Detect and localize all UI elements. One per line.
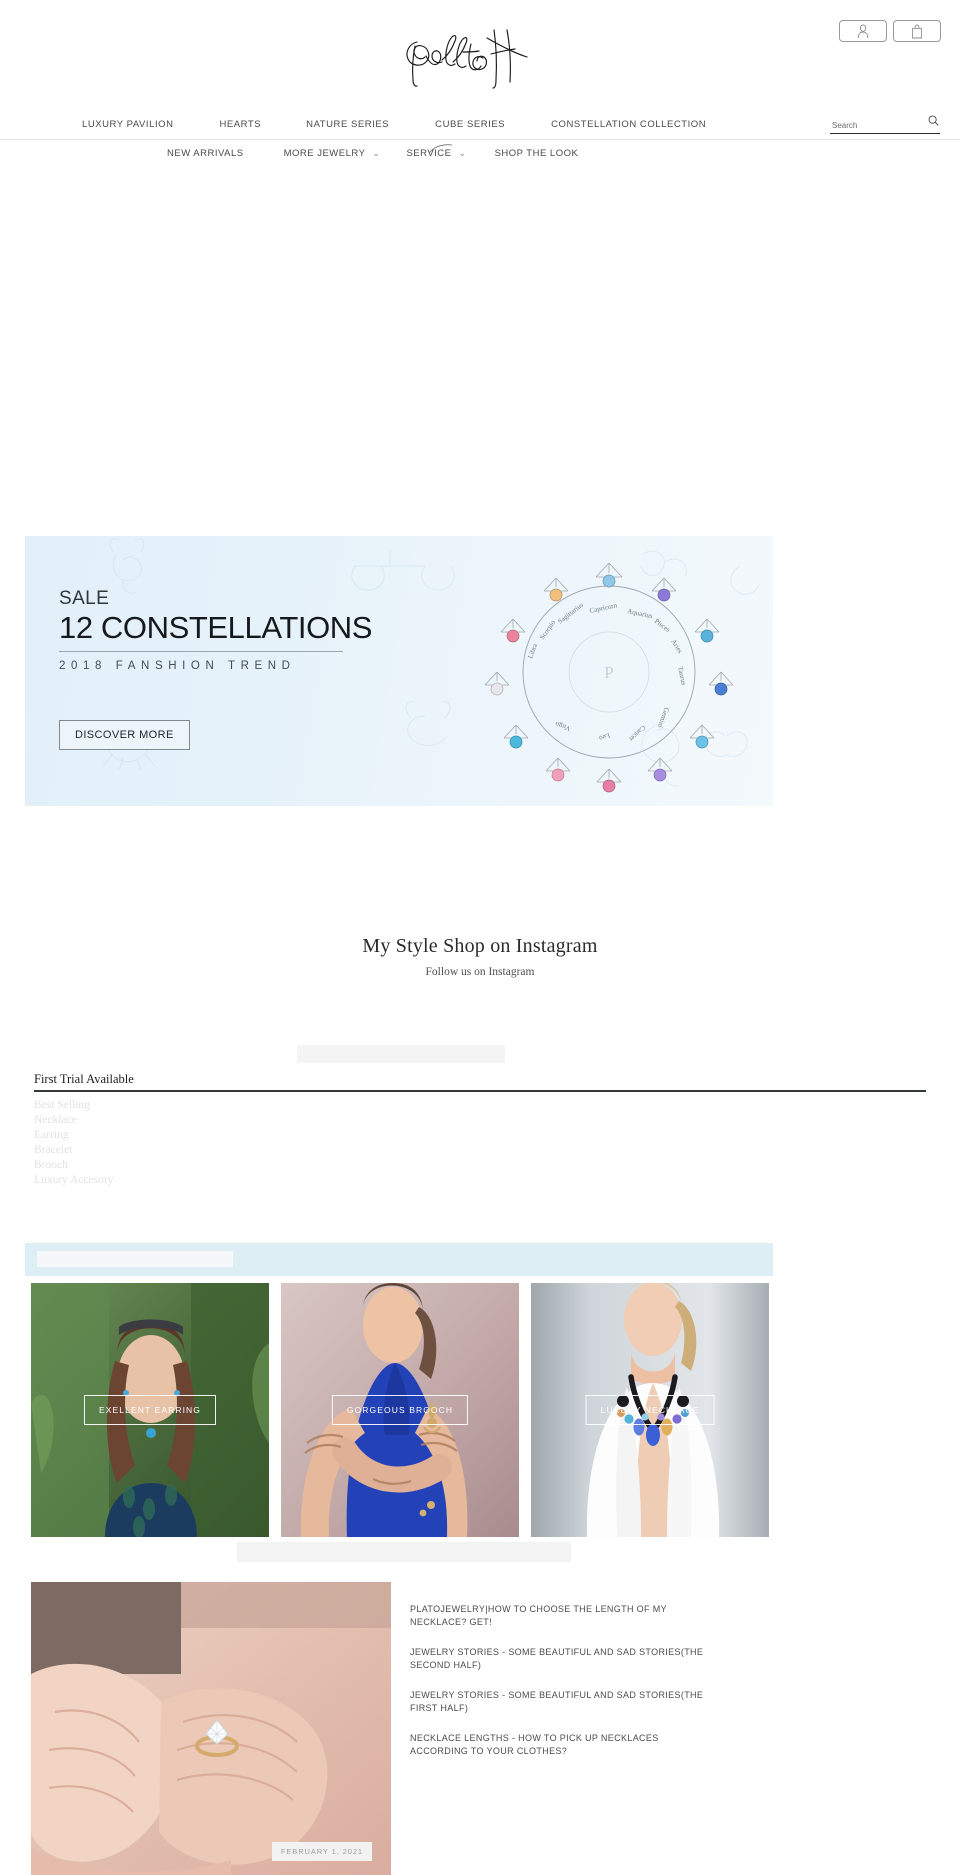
account-button[interactable] (839, 20, 887, 42)
instagram-subtitle: Follow us on Instagram (425, 966, 535, 978)
nav-item-nature-series[interactable]: NATURE SERIES (306, 119, 389, 130)
collection-card-earring-label[interactable]: EXELLENT EARRING (84, 1395, 216, 1425)
svg-text:Aquarius: Aquarius (627, 607, 654, 620)
svg-text:Taurus: Taurus (676, 666, 688, 686)
category-list: Best Selling Necklace Earring Bracelet B… (34, 1098, 926, 1188)
svg-text:Virgo: Virgo (554, 720, 572, 733)
blog-featured-image[interactable]: FEBRUARY 1, 2021 (31, 1582, 391, 1875)
nav-item-hearts[interactable]: HEARTS (220, 119, 262, 130)
nav-item-more-jewelry[interactable]: MORE JEWELRY ⌄ (284, 148, 381, 159)
search-icon[interactable] (928, 113, 939, 131)
blog-post-list: PLATOJEWELRY|HOW TO CHOOSE THE LENGTH OF… (410, 1603, 710, 1775)
primary-navigation: LUXURY PAVILION HEARTS NATURE SERIES CUB… (0, 110, 960, 139)
discover-more-button[interactable]: DISCOVER MORE (59, 720, 190, 750)
category-item-luxury-accesory[interactable]: Luxury Accesory (34, 1173, 926, 1188)
collection-card-brooch[interactable]: GORGEOUS BROOCH (281, 1283, 519, 1537)
search-input[interactable] (830, 121, 915, 133)
collection-card-necklace-label[interactable]: LUXURY NECKLACE (585, 1395, 715, 1425)
hero-banner[interactable]: SALE 12 CONSTELLATIONS 2018 FANSHION TRE… (25, 536, 773, 806)
nav-item-constellation-collection[interactable]: CONSTELLATION COLLECTION (551, 119, 706, 130)
svg-text:P: P (604, 663, 613, 682)
header-icon-group (839, 20, 941, 42)
svg-text:Leo: Leo (598, 731, 611, 742)
category-item-bracelet[interactable]: Bracelet (34, 1143, 926, 1158)
constellation-necklace-wheel-illustration: P Libra Scorpio Sagittarius Capricorn Aq… (484, 562, 734, 793)
nav-item-more-jewelry-label: MORE JEWELRY (283, 147, 366, 159)
site-logo[interactable] (0, 18, 960, 98)
svg-text:Capricorn: Capricorn (589, 601, 619, 615)
category-item-necklace[interactable]: Necklace (34, 1113, 926, 1128)
chevron-down-icon: ⌄ (372, 147, 381, 158)
hero-headline: 12 CONSTELLATIONS (59, 610, 373, 645)
nav-item-luxury-pavilion[interactable]: LUXURY PAVILION (82, 119, 174, 130)
nav-item-shop-the-look[interactable]: SHOP THE LOOK (495, 148, 579, 159)
collection-card-necklace[interactable]: LUXURY NECKLACE (531, 1283, 769, 1537)
site-header: LUXURY PAVILION HEARTS NATURE SERIES CUB… (0, 0, 960, 159)
promo-bar (25, 1243, 773, 1276)
hero-eyebrow: SALE (59, 588, 110, 609)
blog-post-item[interactable]: PLATOJEWELRY|HOW TO CHOOSE THE LENGTH OF… (410, 1603, 710, 1628)
category-section-title: First Trial Available (34, 1072, 134, 1086)
user-icon (857, 23, 869, 38)
ring-on-hand-photo (31, 1582, 391, 1875)
collection-cards: EXELLENT EARRING GORGEOUS BROOCH LUXURY … (31, 1283, 769, 1537)
nav-item-cube-series[interactable]: CUBE SERIES (435, 119, 505, 130)
shopping-bag-icon (912, 24, 922, 38)
category-item-earring[interactable]: Earring (34, 1128, 926, 1143)
svg-text:Sagittarius: Sagittarius (556, 601, 585, 626)
nav-item-new-arrivals-label: NEW ARRIVALS (167, 147, 244, 159)
hero-copy: SALE 12 CONSTELLATIONS 2018 FANSHION TRE… (59, 588, 372, 672)
nav-item-service[interactable]: SERVICE ⌄ (406, 143, 467, 159)
blog-post-item[interactable]: NECKLACE LENGTHS - HOW TO PICK UP NECKLA… (410, 1732, 710, 1757)
instagram-section: My Style Shop on Instagram Follow us on … (0, 935, 960, 1063)
platoh-signature-logo (406, 29, 528, 89)
svg-text:Scorpio: Scorpio (538, 618, 557, 641)
section-heading-placeholder (237, 1542, 571, 1562)
nav-item-shop-the-look-label: SHOP THE LOOK (494, 147, 579, 159)
blog-featured-date: FEBRUARY 1, 2021 (271, 1842, 372, 1861)
category-section: First Trial Available Best Selling Neckl… (34, 1072, 926, 1188)
promo-bar-placeholder (37, 1251, 233, 1267)
instagram-title: My Style Shop on Instagram (362, 935, 598, 957)
category-item-brooch[interactable]: Brooch (34, 1158, 926, 1173)
cart-button[interactable] (893, 20, 941, 42)
svg-text:Aries: Aries (669, 638, 684, 655)
secondary-navigation: NEW ARRIVALS MORE JEWELRY ⌄ SERVICE ⌄ SH… (0, 141, 960, 165)
svg-text:Pisces: Pisces (653, 617, 672, 634)
collection-card-brooch-label[interactable]: GORGEOUS BROOCH (331, 1395, 469, 1425)
chevron-down-icon: ⌄ (458, 147, 467, 158)
blog-post-item[interactable]: JEWELRY STORIES - SOME BEAUTIFUL AND SAD… (410, 1646, 710, 1671)
svg-text:Cancer: Cancer (627, 724, 647, 744)
collection-card-earring[interactable]: EXELLENT EARRING (31, 1283, 269, 1537)
header-divider (0, 139, 960, 140)
blog-post-item[interactable]: JEWELRY STORIES - SOME BEAUTIFUL AND SAD… (410, 1689, 710, 1714)
svg-text:Libra: Libra (526, 642, 539, 660)
svg-text:Gemini: Gemini (656, 706, 671, 729)
search-box[interactable] (830, 112, 940, 134)
nav-item-new-arrivals[interactable]: NEW ARRIVALS (167, 148, 244, 159)
category-item-best-selling[interactable]: Best Selling (34, 1098, 926, 1113)
swoosh-decoration-icon (429, 143, 453, 153)
hero-rule (59, 651, 343, 653)
category-rule (34, 1090, 926, 1092)
hero-subline: 2018 FANSHION TREND (59, 660, 296, 673)
instagram-feed-placeholder (297, 1045, 505, 1063)
